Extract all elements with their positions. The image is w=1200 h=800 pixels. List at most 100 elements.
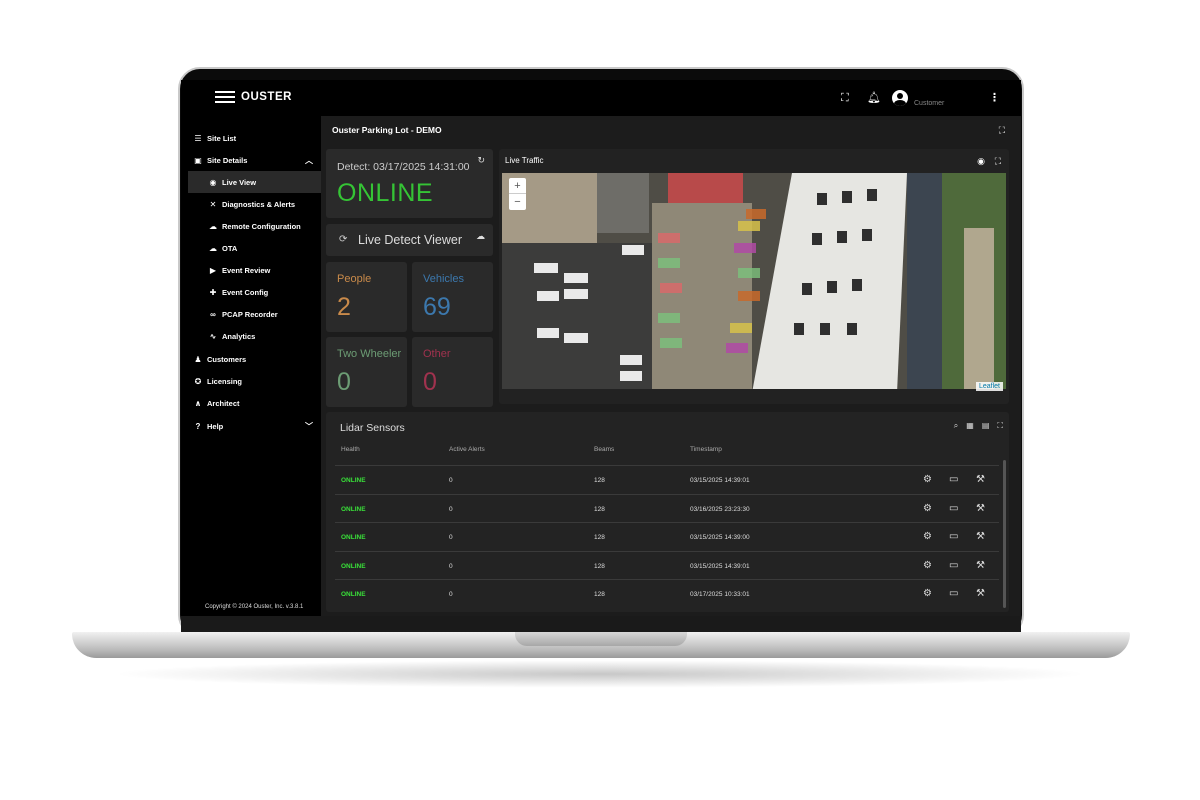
monitor-icon[interactable]: ▭ [949,503,958,514]
monitor-icon[interactable]: ▭ [949,474,958,485]
table-scrollbar[interactable] [1003,460,1006,608]
license-icon: ✪ [194,376,202,386]
column-header-active-alerts[interactable]: Active Alerts [449,446,485,453]
eye-icon[interactable]: ◉ [977,156,985,167]
detect-timestamp: Detect: 03/17/2025 14:31:00 [337,161,470,173]
cloud-icon[interactable]: ☁ [476,231,485,242]
sidebar-item-ota[interactable]: ☁ OTA [188,237,321,259]
leaflet-attribution[interactable]: Leaflet [975,382,1003,391]
detect-card: Detect: 03/17/2025 14:31:00 ↻ ONLINE [326,149,493,218]
cell-alerts: 0 [449,562,453,570]
stat-value: 2 [337,293,351,321]
trend-icon: ∿ [209,331,217,341]
cell-beams: 128 [594,477,605,484]
table-row[interactable]: ONLINE 0 128 03/16/2025 23:23:30 ⚙ ▭ ⚒ [335,493,999,522]
sidebar-item-pcap-recorder[interactable]: ∞ PCAP Recorder [188,303,321,325]
sidebar-item-event-review[interactable]: ▶ Event Review [188,259,321,281]
gear-icon[interactable]: ⚙ [923,474,932,485]
cell-health: ONLINE [341,505,366,513]
traffic-fullscreen-icon[interactable]: ⛶ [995,156,1001,167]
sidebar-item-diagnostics-alerts[interactable]: ✕ Diagnostics & Alerts [188,193,321,215]
table-row[interactable]: ONLINE 0 128 03/15/2025 14:39:01 ⚙ ▭ ⚒ [335,465,999,493]
sidebar-item-label: Event Review [222,265,271,275]
sidebar: ☰ Site List ▣ Site Details ︿ ◉ Live View ✕ Diagn… [181,116,321,616]
user-label: Customer [914,100,945,107]
stat-card-other: Other 0 [412,337,493,407]
gear-icon[interactable]: ⚙ [923,503,932,514]
zoom-out-button[interactable]: − [509,194,526,210]
sidebar-item-site-details[interactable]: ▣ Site Details ︿ [181,149,321,171]
tools-icon[interactable]: ⚒ [976,474,985,485]
sidebar-item-event-config[interactable]: ✚ Event Config [188,281,321,303]
cell-alerts: 0 [449,477,453,484]
fullscreen-icon[interactable]: ⛶ [841,92,849,104]
page-fullscreen-icon[interactable]: ⛶ [999,125,1005,136]
live-detect-viewer-button[interactable]: ⟳ Live Detect Viewer ☁ [326,224,493,256]
video-icon: ▶ [209,265,217,275]
sidebar-item-site-list[interactable]: ☰ Site List [181,127,321,149]
sidebar-item-architect[interactable]: ∧ Architect [181,392,321,414]
site-icon: ▣ [194,155,202,165]
zoom-in-button[interactable]: + [509,178,526,194]
tools-icon[interactable]: ⚒ [976,588,985,599]
stat-card-two-wheeler: Two Wheeler 0 [326,337,407,407]
sidebar-item-customers[interactable]: ♟ Customers [181,348,321,370]
chevron-down-icon[interactable]: ﹀ [305,421,313,432]
tools-icon[interactable]: ⚒ [976,560,985,571]
cell-health: ONLINE [341,477,366,484]
cell-timestamp: 03/15/2025 14:39:01 [690,477,750,484]
export-icon[interactable]: ▤ [982,421,990,431]
sidebar-item-label: Licensing [207,376,243,386]
column-header-beams[interactable]: Beams [594,446,614,453]
stat-label: Other [423,348,451,360]
list-icon: ☰ [194,133,202,143]
table-row[interactable]: ONLINE 0 128 03/17/2025 10:33:01 ⚙ ▭ ⚒ [335,579,999,607]
gear-icon[interactable]: ⚙ [923,588,932,599]
gear-icon[interactable]: ⚙ [923,531,932,542]
voicemail-icon: ∞ [210,309,216,319]
rotate-3d-icon: ⟳ [339,234,348,245]
tools-icon[interactable]: ⚒ [976,503,985,514]
cell-alerts: 0 [449,505,453,513]
cell-beams: 128 [594,591,605,598]
chevron-up-icon[interactable]: ︿ [305,155,313,166]
page-title: Ouster Parking Lot - DEMO [332,125,442,135]
sidebar-item-remote-configuration[interactable]: ☁ Remote Configuration [188,215,321,237]
tools-icon[interactable]: ⚒ [976,531,985,542]
ouster-logo[interactable]: OUSTER [215,91,292,103]
brand-name: OUSTER [241,91,292,103]
sidebar-item-label: Site List [207,133,237,143]
traffic-title: Live Traffic [505,156,544,165]
table-row[interactable]: ONLINE 0 128 03/15/2025 14:39:00 ⚙ ▭ ⚒ [335,522,999,550]
more-menu-icon[interactable]: ⋮ [989,92,1000,104]
monitor-icon[interactable]: ▭ [949,531,958,542]
monitor-icon[interactable]: ▭ [949,560,958,571]
stat-card-people: People 2 [326,262,407,332]
bell-icon[interactable]: 🔔︎ [867,92,881,104]
help-icon: ? [195,421,201,431]
refresh-icon[interactable]: ↻ [477,155,485,166]
aerial-map-image [502,173,1006,393]
gear-icon[interactable]: ⚙ [923,560,932,571]
search-icon[interactable]: ⌕ [954,421,958,431]
lidar-toolbar: ⌕ ▦ ▤ ⛶ [954,421,1003,431]
columns-icon[interactable]: ▦ [966,421,974,431]
sidebar-item-help[interactable]: ? Help ﹀ [181,415,321,437]
monitor-icon[interactable]: ▭ [949,588,958,599]
sidebar-item-live-view[interactable]: ◉ Live View [188,171,321,193]
cell-timestamp: 03/15/2025 14:39:01 [690,562,750,570]
avatar[interactable] [892,90,908,106]
cell-timestamp: 03/16/2025 23:23:30 [690,505,750,513]
top-bar: OUSTER ⛶ 🔔︎ Customer ⋮ [181,80,1021,116]
column-header-health[interactable]: Health [341,446,360,453]
cloud-upload-icon: ☁ [209,243,217,253]
fullscreen-icon[interactable]: ⛶ [997,421,1003,431]
table-row[interactable]: ONLINE 0 128 03/15/2025 14:39:01 ⚙ ▭ ⚒ [335,550,999,579]
stat-label: People [337,273,372,285]
sidebar-item-analytics[interactable]: ∿ Analytics [188,325,321,347]
column-header-timestamp[interactable]: Timestamp [690,446,722,453]
live-traffic-map[interactable]: + − Leaflet [502,173,1006,393]
sidebar-item-licensing[interactable]: ✪ Licensing [181,370,321,392]
cell-beams: 128 [594,562,605,570]
cell-alerts: 0 [449,591,453,598]
